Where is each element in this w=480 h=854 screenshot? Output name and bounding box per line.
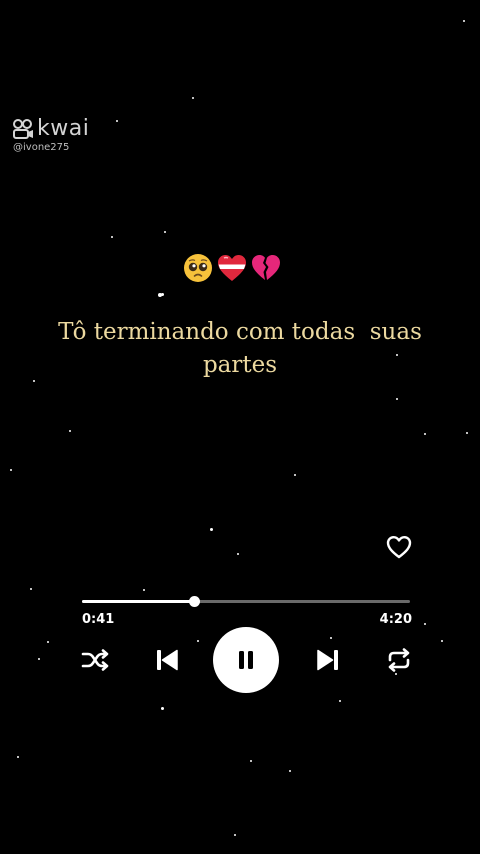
- kwai-watermark: kwai @ivone275: [12, 116, 89, 153]
- star: [210, 528, 213, 531]
- skip-next-icon: [317, 649, 338, 671]
- star: [30, 588, 32, 590]
- star: [339, 700, 341, 702]
- star: [289, 770, 291, 772]
- watermark-handle: @ivone275: [13, 142, 70, 153]
- red-white-heart-icon: [218, 255, 246, 281]
- star: [38, 658, 40, 660]
- star: [164, 231, 166, 233]
- star: [33, 380, 35, 382]
- pause-icon: [239, 651, 253, 669]
- star: [17, 756, 19, 758]
- lyrics-text: Tô terminando com todas suas partes: [58, 319, 422, 378]
- star: [10, 469, 12, 471]
- shuffle-icon: [81, 649, 109, 671]
- total-time: 4:20: [379, 612, 412, 627]
- elapsed-time: 0:41: [82, 612, 115, 627]
- progress-thumb[interactable]: [188, 596, 200, 607]
- music-player-screen: kwai @ivone275 Tô terminando com todas s…: [0, 0, 480, 854]
- star: [466, 432, 468, 434]
- emoji-row: [182, 252, 282, 284]
- star: [161, 293, 164, 296]
- star: [47, 641, 49, 643]
- star: [234, 834, 236, 836]
- watermark-brand: kwai: [37, 116, 90, 141]
- star: [330, 637, 332, 639]
- star: [463, 20, 465, 22]
- star: [111, 236, 113, 238]
- star: [250, 760, 252, 762]
- repeat-button[interactable]: [384, 645, 414, 675]
- star: [116, 120, 118, 122]
- star: [424, 623, 426, 625]
- pause-button[interactable]: [213, 627, 279, 693]
- star: [441, 640, 443, 642]
- kwai-logo-icon: [13, 118, 33, 139]
- progress-fill: [82, 600, 194, 603]
- like-button[interactable]: [385, 533, 413, 561]
- next-button[interactable]: [313, 645, 343, 675]
- heart-outline-icon: [386, 536, 412, 559]
- shuffle-button[interactable]: [80, 646, 110, 674]
- progress-bar[interactable]: [82, 596, 410, 607]
- repeat-icon: [388, 648, 410, 672]
- broken-heart-icon: [252, 255, 280, 280]
- star: [192, 97, 194, 99]
- star: [424, 433, 426, 435]
- star: [237, 553, 239, 555]
- star: [294, 474, 296, 476]
- star: [197, 640, 199, 642]
- pleading-face-icon: [184, 254, 212, 282]
- star: [396, 398, 398, 400]
- star: [161, 707, 164, 710]
- star: [69, 430, 71, 432]
- skip-previous-icon: [157, 649, 178, 671]
- previous-button[interactable]: [152, 645, 182, 675]
- star: [143, 589, 145, 591]
